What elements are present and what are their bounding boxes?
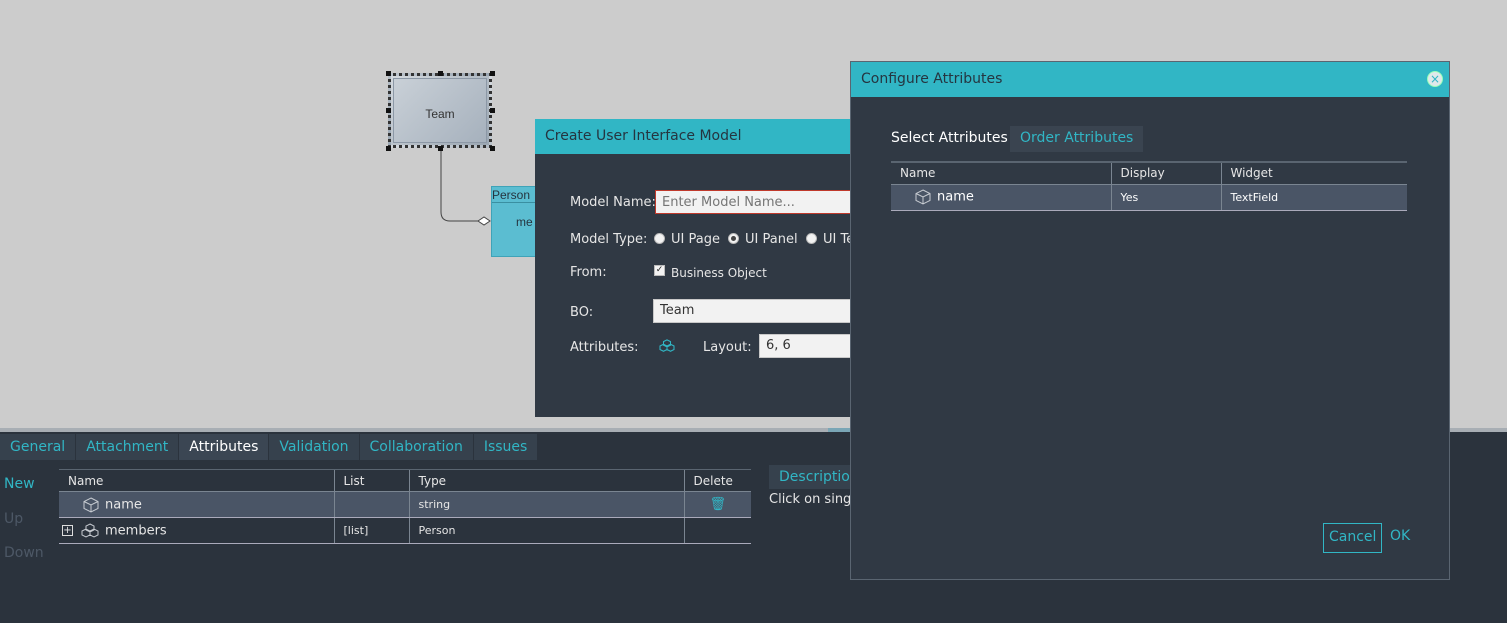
row-name-cell[interactable]: name: [59, 491, 334, 518]
bo-label: BO:: [570, 305, 594, 320]
from-label: From:: [570, 265, 607, 280]
cube-icon: [83, 496, 99, 513]
configure-attributes-dialog: Configure Attributes × Select Attributes…: [850, 61, 1450, 580]
row-type-cell: string: [408, 491, 684, 518]
row-name-text: name: [937, 189, 974, 205]
business-object-checkbox[interactable]: ✓: [654, 265, 665, 276]
column-header-delete[interactable]: Delete: [683, 469, 751, 492]
column-header-list[interactable]: List: [333, 469, 409, 492]
row-delete-cell: [683, 517, 751, 544]
resize-handle[interactable]: [490, 71, 495, 76]
resize-handle[interactable]: [490, 108, 495, 113]
row-name-cell[interactable]: + members: [59, 517, 334, 544]
radio-ui-page-label[interactable]: UI Page: [671, 232, 720, 247]
model-type-label: Model Type:: [570, 232, 648, 247]
tab-collaboration[interactable]: Collaboration: [359, 434, 473, 460]
ok-button[interactable]: OK: [1390, 528, 1410, 544]
dialog-title-text: Configure Attributes: [861, 71, 1003, 87]
row-widget-cell[interactable]: TextField: [1220, 184, 1407, 211]
team-entity-box[interactable]: Team: [388, 73, 492, 148]
move-down-button[interactable]: Down: [4, 545, 44, 561]
row-type-cell: Person: [408, 517, 684, 544]
description-hint: Click on single: [769, 492, 863, 507]
row-name-text: members: [105, 523, 167, 538]
radio-ui-page[interactable]: [654, 233, 665, 244]
tab-order-attributes[interactable]: Order Attributes: [1010, 126, 1144, 152]
column-header-display[interactable]: Display: [1110, 161, 1221, 185]
resize-handle[interactable]: [438, 71, 443, 76]
tab-issues[interactable]: Issues: [473, 434, 538, 460]
radio-ui-panel-label[interactable]: UI Panel: [745, 232, 798, 247]
resize-handle[interactable]: [386, 146, 391, 151]
cubes-icon[interactable]: [659, 339, 675, 353]
person-entity-member: me: [516, 215, 533, 229]
table-row[interactable]: name string 🗑: [59, 491, 751, 518]
properties-tabs: General Attachment Attributes Validation…: [0, 434, 538, 460]
row-list-cell: [333, 491, 409, 518]
tab-attachment[interactable]: Attachment: [76, 434, 179, 460]
person-entity-header: Person: [492, 187, 535, 203]
column-header-type[interactable]: Type: [408, 469, 684, 492]
row-display-cell[interactable]: Yes: [1110, 184, 1221, 211]
attribute-selection-grid: Name Display Widget name Yes TextField: [891, 161, 1407, 211]
team-entity-label: Team: [425, 107, 455, 121]
business-object-label[interactable]: Business Object: [671, 266, 767, 280]
trash-icon[interactable]: 🗑: [694, 497, 727, 512]
radio-ui-template[interactable]: [806, 233, 817, 244]
cube-icon: [915, 189, 931, 205]
row-list-cell: [list]: [333, 517, 409, 544]
column-header-name[interactable]: Name: [59, 469, 334, 492]
bo-select[interactable]: Team: [653, 299, 865, 323]
table-row[interactable]: + members [list] Person: [59, 517, 751, 544]
cubes-icon: [81, 522, 99, 538]
table-row[interactable]: name Yes TextField: [891, 184, 1407, 211]
dialog-title[interactable]: Configure Attributes ×: [851, 62, 1449, 97]
row-name-cell[interactable]: name: [891, 184, 1111, 211]
tab-select-attributes[interactable]: Select Attributes: [881, 126, 1018, 152]
attributes-label: Attributes:: [570, 340, 639, 355]
close-icon[interactable]: ×: [1427, 71, 1443, 87]
model-name-label: Model Name:: [570, 195, 656, 210]
create-ui-model-dialog: Create User Interface Model Model Name: …: [535, 119, 865, 417]
new-attribute-button[interactable]: New: [4, 476, 35, 492]
resize-handle[interactable]: [386, 71, 391, 76]
row-name-text: name: [105, 497, 142, 512]
radio-ui-template-label[interactable]: UI Te: [823, 232, 851, 247]
row-delete-cell: 🗑: [683, 491, 751, 518]
layout-label: Layout:: [703, 340, 752, 355]
resize-handle[interactable]: [438, 146, 443, 151]
column-header-widget[interactable]: Widget: [1220, 161, 1407, 185]
column-header-name[interactable]: Name: [891, 161, 1111, 185]
attributes-table: Name List Type Delete name string 🗑 + mem…: [59, 469, 751, 544]
tab-description[interactable]: Descriptio: [769, 465, 860, 489]
dialog-title[interactable]: Create User Interface Model: [535, 119, 865, 154]
tab-attributes[interactable]: Attributes: [179, 434, 269, 460]
tab-validation[interactable]: Validation: [269, 434, 359, 460]
resize-handle[interactable]: [490, 146, 495, 151]
expand-icon[interactable]: +: [62, 525, 73, 536]
tab-general[interactable]: General: [0, 434, 76, 460]
radio-ui-panel[interactable]: [728, 233, 739, 244]
resize-handle[interactable]: [386, 108, 391, 113]
model-name-input[interactable]: [655, 190, 865, 214]
person-entity-box[interactable]: Person me: [491, 186, 536, 257]
move-up-button[interactable]: Up: [4, 511, 23, 527]
cancel-button[interactable]: Cancel: [1323, 523, 1383, 553]
